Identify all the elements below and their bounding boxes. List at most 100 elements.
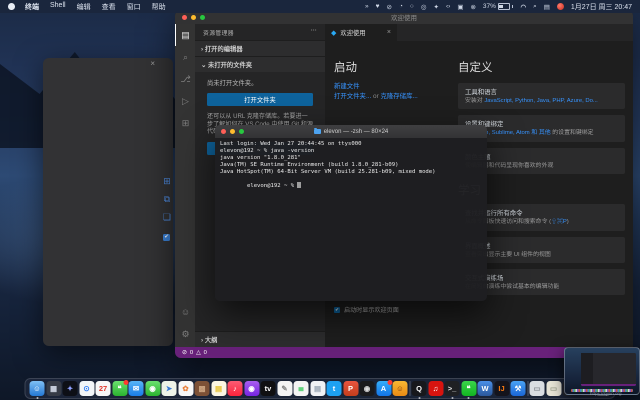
dock-item[interactable]: ✿ <box>178 381 193 396</box>
dock-item[interactable]: Q <box>412 381 427 396</box>
activity-bar-icon[interactable]: ▤ <box>175 24 195 46</box>
menu-item[interactable]: 窗口 <box>127 2 141 12</box>
no-folder-section[interactable]: ⌄ 未打开的文件夹 <box>195 56 325 72</box>
dock-item[interactable]: ✉ <box>129 381 144 396</box>
dock-item[interactable]: >_ <box>445 381 460 396</box>
terminal-window[interactable]: elevon — -zsh — 80×24 Last login: Wed Ja… <box>215 125 487 301</box>
status-icon[interactable]: ○ <box>410 3 414 11</box>
dock-item[interactable]: P <box>343 381 358 396</box>
show-welcome-checkbox[interactable]: ✔ 启动时显示欢迎页面 <box>334 305 399 314</box>
status-icon[interactable]: » <box>365 3 369 11</box>
checkbox-icon[interactable]: ✔ <box>334 307 340 313</box>
dock-item[interactable]: t <box>327 381 342 396</box>
status-icon[interactable]: ‹› <box>446 3 450 11</box>
menu-clock[interactable]: 1月27日 周三 20:47 <box>571 2 632 12</box>
status-icon[interactable]: ◎ <box>421 3 427 11</box>
dock-item[interactable]: ✎ <box>277 381 292 396</box>
dock-item-glyph: ➤ <box>166 384 172 393</box>
status-icon[interactable]: ◔ <box>399 3 403 11</box>
folder-icon <box>314 129 321 134</box>
dock-item[interactable]: ◉ <box>360 381 375 396</box>
dock-item[interactable]: ⚒ <box>511 381 526 396</box>
dock-item[interactable]: ☺ <box>393 381 408 396</box>
search-icon[interactable]: ⌕ <box>533 3 537 11</box>
card-title: 工具和语言 <box>465 87 618 96</box>
menu-item[interactable]: 帮助 <box>152 2 166 12</box>
status-icon[interactable]: ▣ <box>457 3 463 11</box>
close-icon[interactable]: × <box>150 59 155 68</box>
clone-repo-link[interactable]: 克隆存储库... <box>381 93 418 100</box>
activity-bar-icon[interactable]: ⎇ <box>175 68 195 90</box>
terminal-titlebar[interactable]: elevon — -zsh — 80×24 <box>215 125 487 138</box>
status-icon[interactable]: ⊗ <box>470 3 475 11</box>
battery-indicator[interactable]: 37% <box>483 3 514 10</box>
dock-item-glyph: ▭ <box>533 384 540 393</box>
card-desc-link[interactable]: JavaScript, Python, Java, PHP, Azure, Do… <box>484 98 598 104</box>
dock-item[interactable]: ⊙ <box>79 381 94 396</box>
card-title: 颜色主题 <box>465 152 618 161</box>
menu-item[interactable]: 终端 <box>25 2 39 12</box>
warnings-count: 0 <box>204 350 207 356</box>
menu-item[interactable]: 查看 <box>102 2 116 12</box>
background-dialog-window[interactable]: × ⊞ ⧉ ❏ ✔ <box>43 58 173 346</box>
card-desc-link[interactable]: ⇧⌘P <box>551 219 567 225</box>
dock-item[interactable]: ▩ <box>195 381 210 396</box>
activity-bar-icon[interactable]: ⊞ <box>175 112 195 134</box>
dialog-tool-icon[interactable]: ⊞ <box>163 176 171 187</box>
activity-bar-icon[interactable]: ▷ <box>175 90 195 112</box>
dock-item[interactable]: A <box>376 381 391 396</box>
dialog-tool-icon[interactable]: ⧉ <box>163 194 171 205</box>
dock-item[interactable]: ◉ <box>244 381 259 396</box>
dock-item[interactable]: tv <box>261 381 276 396</box>
control-center-icon[interactable]: ▤ <box>544 3 550 11</box>
tab-close-icon[interactable]: × <box>387 29 391 36</box>
dock-item[interactable]: ▦ <box>46 381 61 396</box>
dock-item-glyph: ▦ <box>50 384 57 393</box>
dock-item[interactable] <box>527 381 528 396</box>
outline-section[interactable]: › 大纲 <box>195 331 325 347</box>
dock-item[interactable]: ▭ <box>546 381 561 396</box>
activity-bar-icon[interactable]: ⌕ <box>175 46 195 68</box>
menu-item[interactable]: Shell <box>50 2 66 12</box>
dock-item[interactable]: ◉ <box>145 381 160 396</box>
open-folder-button[interactable]: 打开文件夹 <box>207 93 313 106</box>
menu-item[interactable]: 编辑 <box>77 2 91 12</box>
screen-preview-window[interactable] <box>564 347 640 395</box>
open-folder-link[interactable]: 打开文件夹... <box>334 93 371 100</box>
tab-welcome[interactable]: ◆ 欢迎使用 × <box>325 24 397 41</box>
dock-item[interactable]: ▤ <box>211 381 226 396</box>
dock-item[interactable]: ▭ <box>530 381 545 396</box>
dock-item[interactable]: ♫ <box>428 381 443 396</box>
user-avatar[interactable] <box>557 3 564 10</box>
dock-item[interactable]: 27 <box>96 381 111 396</box>
dialog-tool-icon[interactable]: ❏ <box>163 212 171 223</box>
terminal-prompt: elevon@192 ~ % <box>247 183 298 189</box>
status-icon[interactable]: ⊘ <box>387 3 392 11</box>
dock-item[interactable]: ▤ <box>310 381 325 396</box>
card-desc-link[interactable]: Vim, Sublime, Atom 和 其他 <box>478 130 550 136</box>
wifi-icon[interactable]: ◠ <box>520 3 526 11</box>
apple-menu-icon[interactable] <box>8 3 15 10</box>
dock-item-glyph: >_ <box>448 384 457 393</box>
dock-item[interactable]: ➤ <box>162 381 177 396</box>
open-editors-section[interactable]: › 打开的编辑器 <box>195 40 325 56</box>
dock-item[interactable]: ❝ <box>112 381 127 396</box>
terminal-output[interactable]: Last login: Wed Jan 27 20:44:45 on ttys0… <box>215 138 487 301</box>
activity-bar-bottom-icon[interactable]: ☺ <box>175 301 195 323</box>
activity-bar-bottom-icon[interactable]: ⚙ <box>175 323 195 345</box>
dock-item[interactable]: W <box>478 381 493 396</box>
dialog-checkbox[interactable]: ✔ <box>163 234 170 241</box>
status-icon[interactable]: ♥ <box>376 3 380 11</box>
new-file-link[interactable]: 新建文件 <box>334 83 360 90</box>
dock-item[interactable]: ≣ <box>294 381 309 396</box>
dock-item[interactable]: ☺ <box>30 381 45 396</box>
dock-item[interactable]: ❝ <box>461 381 476 396</box>
dock-item[interactable] <box>409 381 410 396</box>
welcome-card[interactable]: 工具和语言 安装对 JavaScript, Python, Java, PHP,… <box>458 83 625 109</box>
dock-item[interactable]: IJ <box>494 381 509 396</box>
dock-item[interactable]: ♪ <box>228 381 243 396</box>
status-icon[interactable]: ✦ <box>434 3 439 11</box>
card-title: 查找并运行所有命令 <box>465 208 618 217</box>
more-actions-icon[interactable]: ⋯ <box>311 28 317 37</box>
dock-item[interactable]: ✦ <box>63 381 78 396</box>
